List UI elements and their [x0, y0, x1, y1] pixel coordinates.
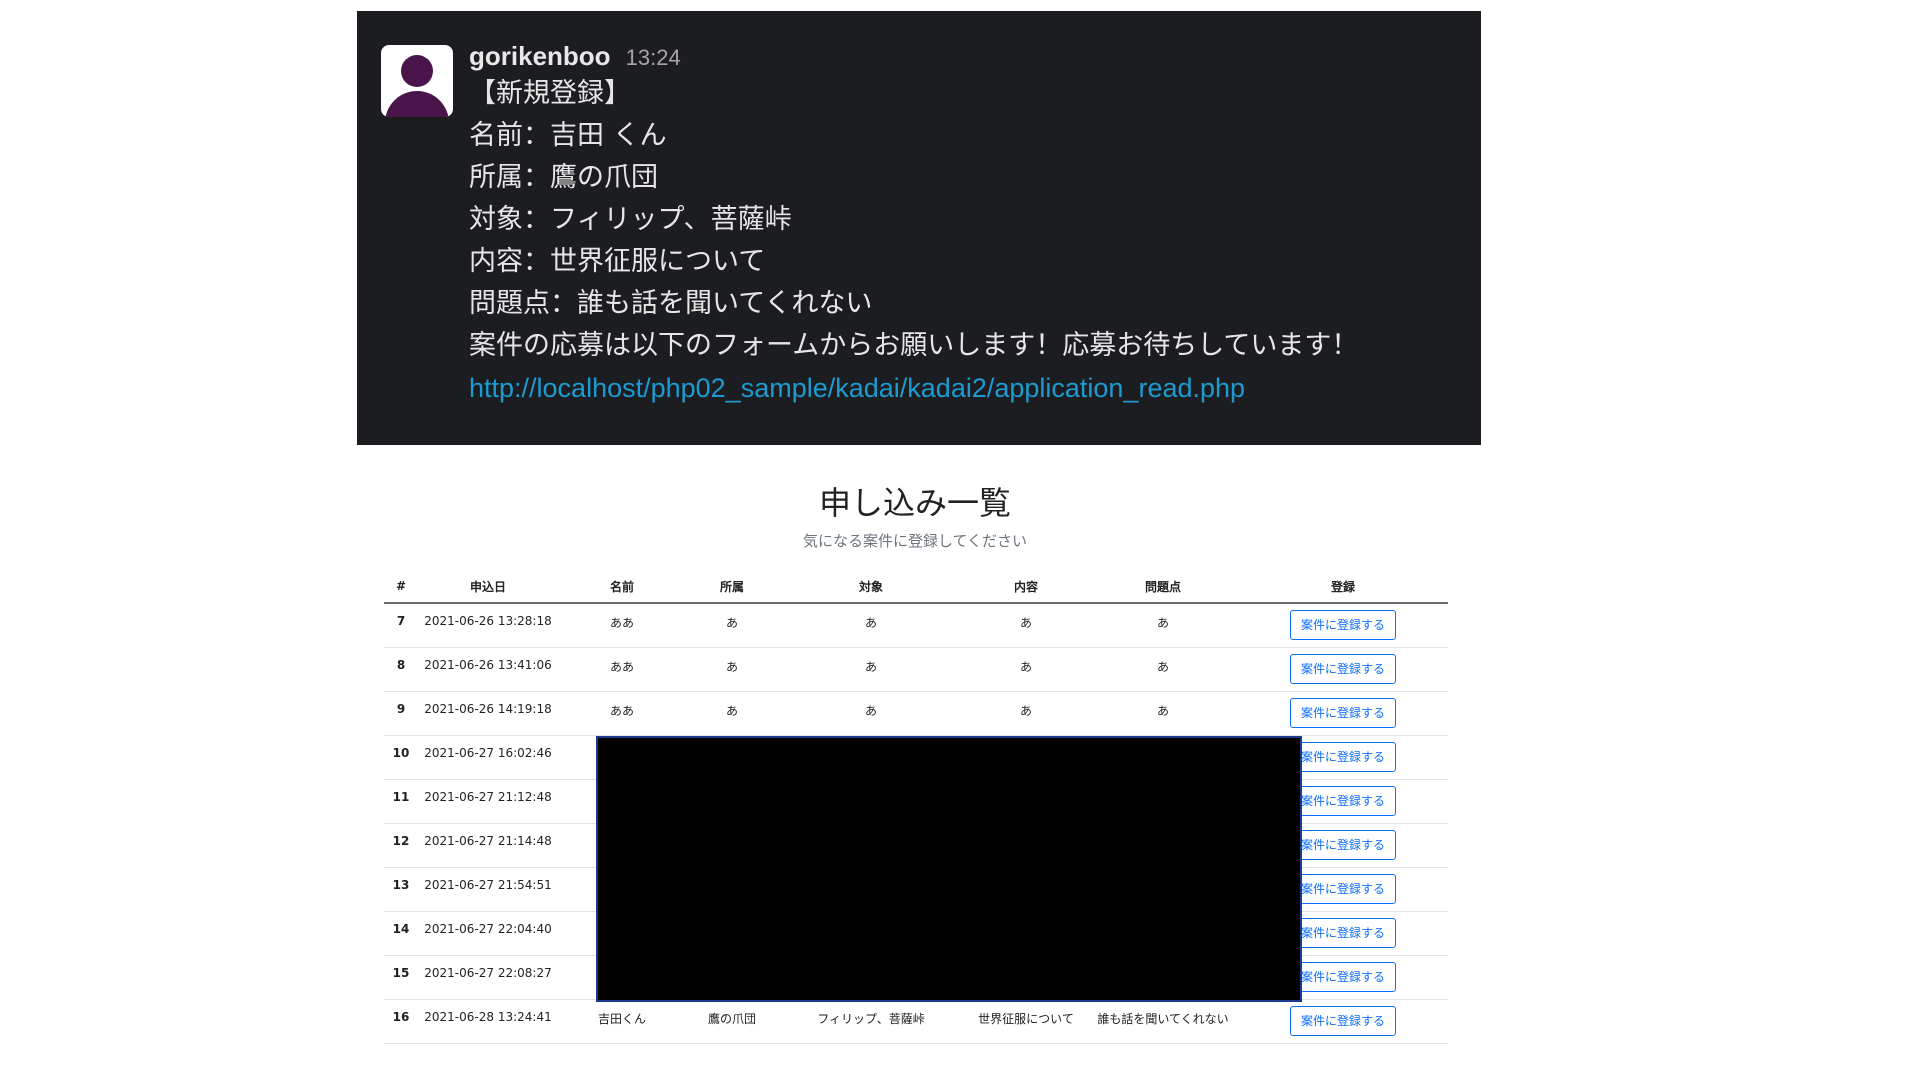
- cell-id: 9: [384, 691, 418, 736]
- register-button[interactable]: 案件に登録する: [1289, 961, 1396, 992]
- table-row: 9 2021-06-26 14:19:18 ああああああ案件に登録する: [384, 691, 1448, 736]
- cell-date: 2021-06-27 22:08:27: [418, 955, 558, 1000]
- register-button[interactable]: 案件に登録する: [1289, 653, 1396, 684]
- cell-id: 11: [384, 779, 418, 824]
- avatar-body-shape: [385, 91, 449, 117]
- cell-affiliation: 鷹の爪団: [686, 999, 778, 1044]
- cell-date: 2021-06-27 21:12:48: [418, 779, 558, 824]
- cell-id: 8: [384, 647, 418, 692]
- cell-name: ああ: [558, 647, 686, 692]
- cell-affiliation: あ: [686, 647, 778, 692]
- register-button[interactable]: 案件に登録する: [1289, 873, 1396, 904]
- message-line: 名前：吉田 くん: [469, 120, 667, 151]
- cell-content: あ: [964, 691, 1088, 736]
- cell-date: 2021-06-26 14:19:18: [418, 691, 558, 736]
- column-header-date: 申込日: [418, 570, 558, 604]
- register-button[interactable]: 案件に登録する: [1289, 785, 1396, 816]
- cell-register: 案件に登録する: [1238, 691, 1448, 736]
- cell-target: あ: [778, 647, 964, 692]
- column-header-affiliation: 所属: [686, 570, 778, 604]
- table-row: 16 2021-06-28 13:24:41 吉田くん 鷹の爪団 フィリップ、菩薩峠 世界…: [384, 999, 1448, 1044]
- cell-register: 案件に登録する: [1238, 999, 1448, 1044]
- application-link[interactable]: http://localhost/php02_sample/kadai/kada…: [469, 367, 1245, 409]
- message-meta: gorikenboo 13:24: [469, 39, 1461, 73]
- cell-register: 案件に登録する: [1238, 603, 1448, 648]
- message-line: 所属：鷹の爪団: [469, 162, 658, 193]
- column-header-id: #: [384, 570, 418, 604]
- avatar-head-shape: [401, 55, 433, 87]
- cell-register: 案件に登録する: [1238, 647, 1448, 692]
- slack-message-panel: gorikenboo 13:24 【新規登録】 名前：吉田 くん 所属：鷹の爪団…: [357, 11, 1481, 445]
- cell-affiliation: あ: [686, 691, 778, 736]
- cell-problem: あ: [1088, 691, 1238, 736]
- user-avatar[interactable]: [381, 45, 453, 117]
- message-line: 【新規登録】: [469, 78, 631, 109]
- cell-problem: あ: [1088, 647, 1238, 692]
- page-subtitle: 気になる案件に登録してください: [802, 532, 1028, 550]
- cell-id: 15: [384, 955, 418, 1000]
- username[interactable]: gorikenboo: [469, 41, 611, 71]
- register-button[interactable]: 案件に登録する: [1289, 1005, 1396, 1036]
- cell-content: あ: [964, 647, 1088, 692]
- table-row: 8 2021-06-26 13:41:06 ああああああ案件に登録する: [384, 647, 1448, 692]
- message-content: gorikenboo 13:24 【新規登録】 名前：吉田 くん 所属：鷹の爪団…: [469, 39, 1461, 409]
- cell-problem: 誰も話を聞いてくれない: [1088, 999, 1238, 1044]
- page-title: 申し込み一覧: [818, 484, 1011, 522]
- cell-id: 16: [384, 999, 418, 1044]
- cell-date: 2021-06-27 16:02:46: [418, 735, 558, 780]
- cell-id: 12: [384, 823, 418, 868]
- register-button[interactable]: 案件に登録する: [1289, 829, 1396, 860]
- cell-date: 2021-06-27 22:04:40: [418, 911, 558, 956]
- cell-target: フィリップ、菩薩峠: [778, 999, 964, 1044]
- register-button[interactable]: 案件に登録する: [1289, 697, 1396, 728]
- column-header-content: 内容: [964, 570, 1088, 604]
- cell-content: 世界征服について: [964, 999, 1088, 1044]
- message-line: 問題点：誰も話を聞いてくれない: [469, 288, 873, 319]
- column-header-problem: 問題点: [1088, 570, 1238, 604]
- cell-date: 2021-06-26 13:28:18: [418, 603, 558, 648]
- cell-target: あ: [778, 691, 964, 736]
- cell-id: 14: [384, 911, 418, 956]
- cell-affiliation: あ: [686, 603, 778, 648]
- cell-target: あ: [778, 603, 964, 648]
- cell-name: ああ: [558, 691, 686, 736]
- register-button[interactable]: 案件に登録する: [1289, 610, 1396, 640]
- cell-name: ああ: [558, 603, 686, 648]
- column-header-name: 名前: [558, 570, 686, 604]
- cell-name: 吉田くん: [558, 999, 686, 1044]
- cell-date: 2021-06-26 13:41:06: [418, 647, 558, 692]
- application-list-header: 申し込み一覧 気になる案件に登録してください: [380, 480, 1450, 552]
- column-header-register: 登録: [1238, 570, 1448, 604]
- register-button[interactable]: 案件に登録する: [1289, 917, 1396, 948]
- column-header-target: 対象: [778, 570, 964, 604]
- table-row: 7 2021-06-26 13:28:18 ああああああ案件に登録する: [384, 603, 1448, 648]
- cell-id: 7: [384, 603, 418, 648]
- cell-id: 13: [384, 867, 418, 912]
- redaction-box: [596, 736, 1302, 1002]
- message-line: 対象：フィリップ、菩薩峠: [469, 204, 792, 235]
- cell-date: 2021-06-27 21:54:51: [418, 867, 558, 912]
- cell-id: 10: [384, 735, 418, 780]
- cell-date: 2021-06-28 13:24:41: [418, 999, 558, 1044]
- register-button[interactable]: 案件に登録する: [1289, 741, 1396, 772]
- cell-date: 2021-06-27 21:14:48: [418, 823, 558, 868]
- timestamp[interactable]: 13:24: [626, 45, 681, 70]
- cell-problem: あ: [1088, 603, 1238, 648]
- message-line: 案件の応募は以下のフォームからお願いします！応募お待ちしています！: [469, 330, 1359, 361]
- table-header-row: # 申込日 名前 所属 対象 内容 問題点 登録: [384, 570, 1448, 604]
- cell-content: あ: [964, 603, 1088, 648]
- message-line: 内容：世界征服について: [469, 246, 766, 277]
